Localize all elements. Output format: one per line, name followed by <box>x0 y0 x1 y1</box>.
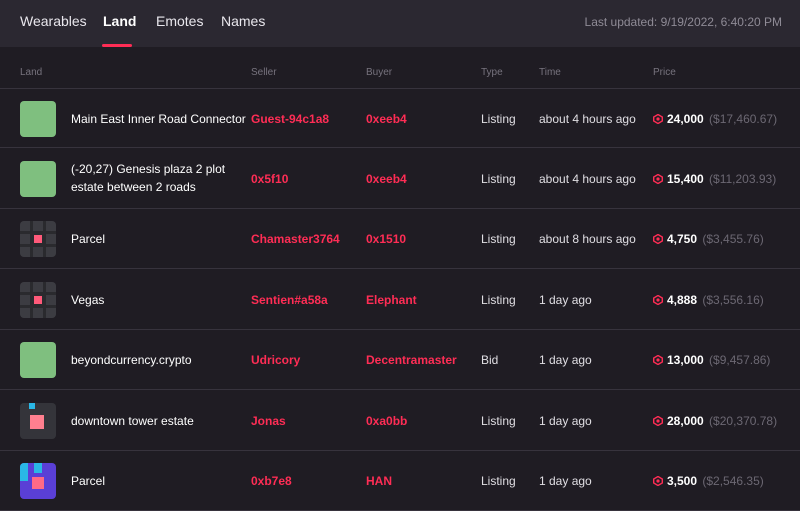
mana-amount: 13,000 <box>667 353 704 367</box>
table-row[interactable]: Main East Inner Road Connector Guest-94c1… <box>0 88 800 148</box>
sale-type: Listing <box>481 112 516 126</box>
usd-amount: ($20,370.78) <box>709 413 778 428</box>
sale-time: 1 day ago <box>539 413 592 428</box>
usd-amount: ($17,460.67) <box>709 112 778 126</box>
seller-link[interactable]: Udricory <box>251 351 300 369</box>
mana-icon <box>653 173 663 184</box>
sale-type: Bid <box>481 353 499 367</box>
top-navigation-bar: Wearables Land Emotes Names Last updated… <box>0 0 800 47</box>
column-header-seller: Seller <box>251 67 277 78</box>
usd-amount: ($9,457.86) <box>709 353 771 367</box>
table-row[interactable]: Vegas Sentien#a58a Elephant Listing 1 day ag… <box>0 270 800 330</box>
column-header-time: Time <box>539 67 561 78</box>
usd-amount: ($3,455.76) <box>702 232 764 246</box>
mana-icon <box>653 476 663 486</box>
table-row[interactable]: (-20,27) Genesis plaza 2 plot estate bet… <box>0 149 800 209</box>
table-row[interactable]: Parcel Chamaster3764 0x1510 Listing about 8 … <box>0 209 800 269</box>
sale-price: 13,000 ($9,457.86) <box>653 351 770 369</box>
parcel-map-icon <box>20 221 56 257</box>
usd-amount: ($11,203.93) <box>709 171 777 186</box>
seller-link[interactable]: 0x5f10 <box>251 170 288 188</box>
land-name: downtown tower estate <box>71 413 194 428</box>
mana-amount: 28,000 <box>667 413 704 428</box>
sale-time: 1 day ago <box>539 292 592 307</box>
tab-emotes[interactable]: Emotes <box>156 13 203 29</box>
tab-land[interactable]: Land <box>103 13 136 29</box>
land-name: Main East Inner Road Connector <box>71 112 246 126</box>
tab-names[interactable]: Names <box>221 13 265 29</box>
mana-icon <box>653 415 663 426</box>
sale-time: 1 day ago <box>539 353 592 367</box>
sale-type: Listing <box>481 474 516 488</box>
buyer-link[interactable]: HAN <box>366 472 392 490</box>
sale-price: 4,888 ($3,556.16) <box>653 291 764 309</box>
parcel-map-icon <box>20 281 56 318</box>
seller-link[interactable]: Guest-94c1a8 <box>251 110 329 128</box>
active-tab-indicator <box>102 44 132 47</box>
column-header-type: Type <box>481 67 503 78</box>
tab-wearables[interactable]: Wearables <box>20 13 87 29</box>
column-header-land: Land <box>20 67 43 78</box>
estate-green-icon <box>20 101 56 137</box>
land-name: Vegas <box>71 292 105 307</box>
estate-green-icon <box>20 342 56 378</box>
column-header-price: Price <box>653 67 676 78</box>
mana-icon <box>653 114 663 124</box>
column-header-buyer: Buyer <box>366 67 393 78</box>
mana-amount: 15,400 <box>667 171 704 186</box>
land-thumbnail <box>20 221 56 257</box>
mana-amount: 4,750 <box>667 232 698 246</box>
land-name: Parcel <box>71 232 106 246</box>
mana-icon <box>653 294 663 305</box>
purple-parcel-icon <box>20 463 56 499</box>
mana-amount: 3,500 <box>667 474 698 488</box>
land-name: (-20,27) Genesis plaza 2 plot estate bet… <box>71 161 226 194</box>
estate-green-icon <box>20 160 56 197</box>
buyer-link[interactable]: 0xa0bb <box>366 412 407 430</box>
table-row[interactable]: beyondcurrency.crypto Udricory Decentramas… <box>0 330 800 390</box>
table-row[interactable]: downtown tower estate Jonas 0xa0bb Listing 1… <box>0 391 800 451</box>
seller-link[interactable]: 0xb7e8 <box>251 472 292 490</box>
land-name: beyondcurrency.crypto <box>71 353 192 367</box>
sale-time: 1 day ago <box>539 474 592 488</box>
sale-price: 28,000 ($20,370.78) <box>653 412 777 430</box>
usd-amount: ($3,556.16) <box>702 292 764 307</box>
mana-amount: 24,000 <box>667 112 704 126</box>
sale-price: 15,400 ($11,203.93) <box>653 170 776 188</box>
mana-icon <box>653 355 663 365</box>
sale-time: about 8 hours ago <box>539 232 636 246</box>
land-thumbnail <box>20 342 56 378</box>
sale-price: 4,750 ($3,455.76) <box>653 230 764 248</box>
table-row[interactable]: Parcel 0xb7e8 HAN Listing 1 day ago 3,500 ($2… <box>0 451 800 511</box>
usd-amount: ($2,546.35) <box>702 474 764 488</box>
buyer-link[interactable]: 0xeeb4 <box>366 170 407 188</box>
sale-type: Listing <box>481 171 516 186</box>
buyer-link[interactable]: Elephant <box>366 291 417 309</box>
land-thumbnail <box>20 101 56 137</box>
sale-price: 24,000 ($17,460.67) <box>653 110 777 128</box>
mana-icon <box>653 234 663 244</box>
seller-link[interactable]: Jonas <box>251 412 286 430</box>
land-thumbnail <box>20 281 56 318</box>
buyer-link[interactable]: 0x1510 <box>366 230 406 248</box>
sale-time: about 4 hours ago <box>539 112 636 126</box>
mana-amount: 4,888 <box>667 292 698 307</box>
land-thumbnail <box>20 160 56 197</box>
last-updated-text: Last updated: 9/19/2022, 6:40:20 PM <box>584 15 782 29</box>
buyer-link[interactable]: Decentramaster <box>366 351 457 369</box>
tower-map-icon <box>20 402 56 439</box>
sale-type: Listing <box>481 413 516 428</box>
land-name: Parcel <box>71 474 106 488</box>
buyer-link[interactable]: 0xeeb4 <box>366 110 407 128</box>
sale-type: Listing <box>481 232 516 246</box>
sale-type: Listing <box>481 292 516 307</box>
land-thumbnail <box>20 402 56 439</box>
sale-price: 3,500 ($2,546.35) <box>653 472 764 490</box>
seller-link[interactable]: Chamaster3764 <box>251 230 340 248</box>
seller-link[interactable]: Sentien#a58a <box>251 291 328 309</box>
land-thumbnail <box>20 463 56 499</box>
sale-time: about 4 hours ago <box>539 171 636 186</box>
